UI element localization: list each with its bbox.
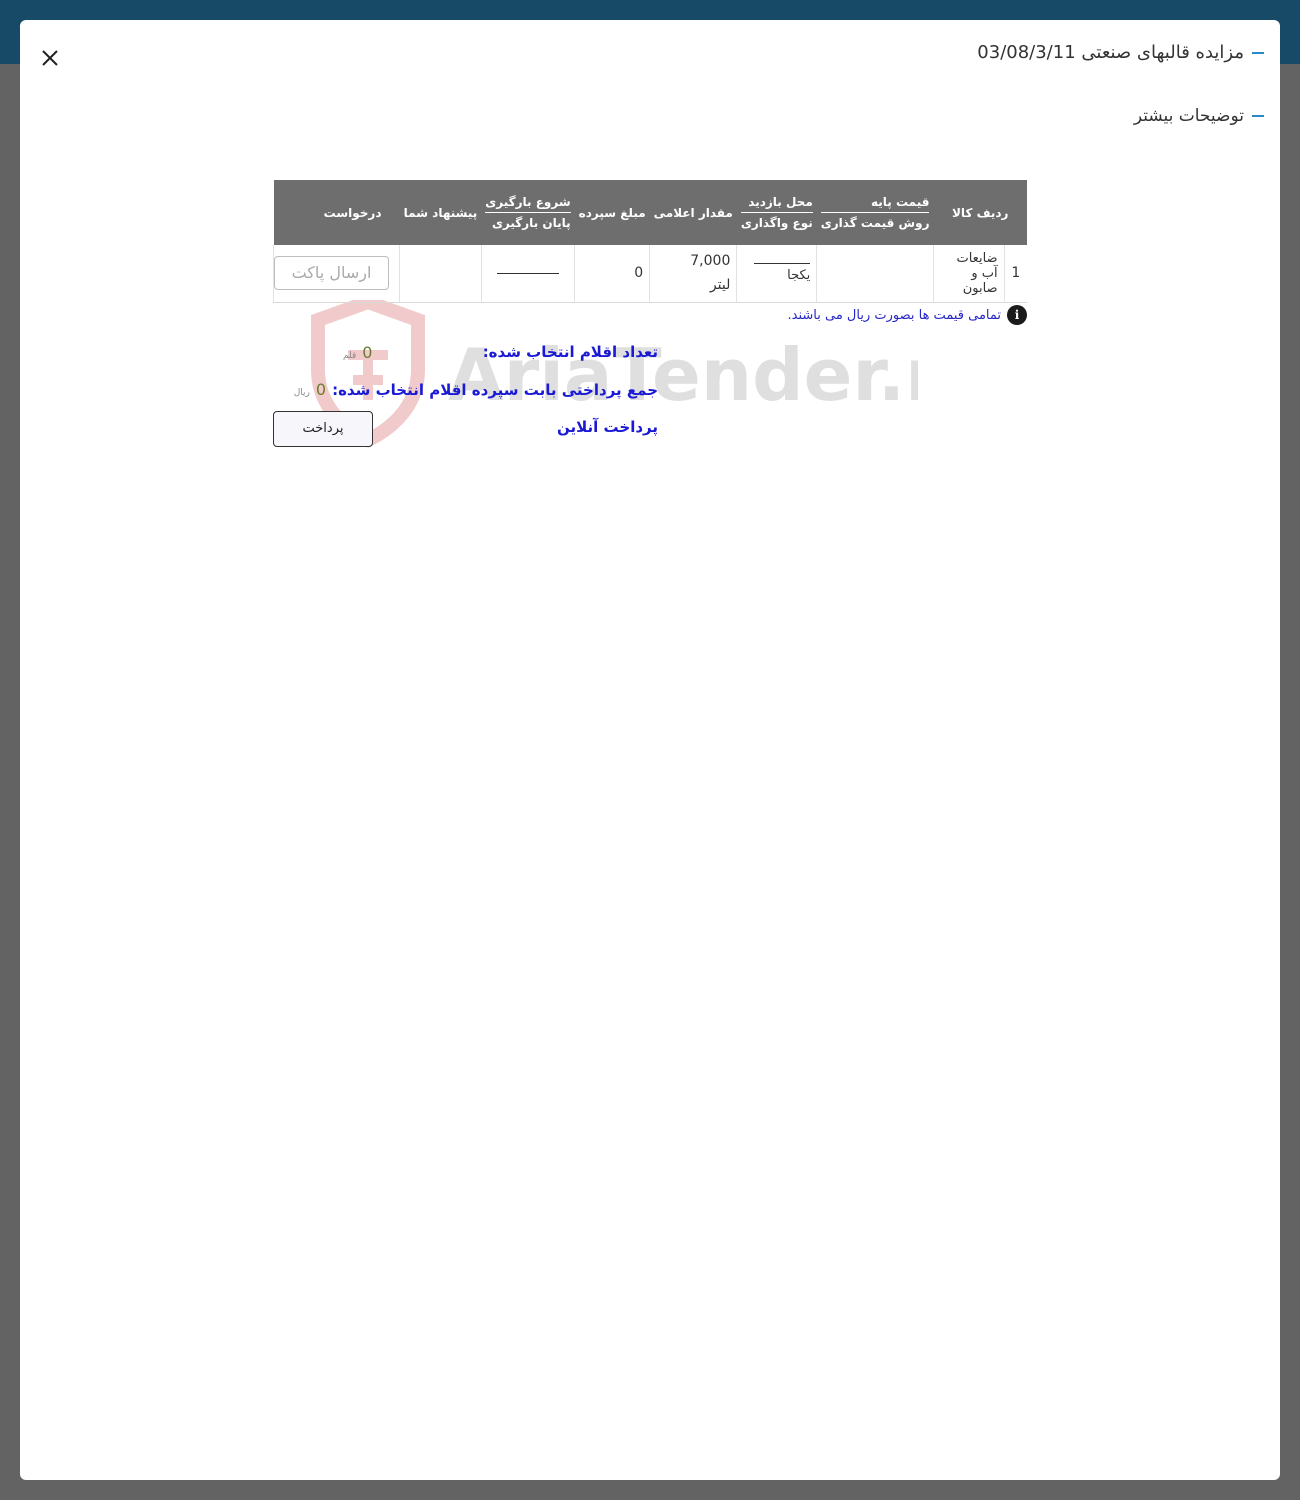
col-deposit: مبلغ سپرده <box>575 180 650 245</box>
more-details-label: توضیحات بیشتر <box>1133 106 1244 126</box>
modal-title: مزایده قالبهای صنعتی 03/08/3/11 <box>977 42 1244 63</box>
col-assignment-type-label: نوع واگذاری <box>740 216 813 230</box>
total-deposit-label: جمع پرداختی بابت سپرده اقلام انتخاب شده: <box>332 381 658 399</box>
table-row: 1 ضایعات آب و صابون یکجا 7,000 لیتر 0 ار… <box>272 245 1027 302</box>
col-base-price: قیمت پایه روش قیمت گذاری <box>817 180 934 245</box>
selected-count-row: تعداد اقلام انتخاب شده: <box>351 343 658 361</box>
selected-count-label: تعداد اقلام انتخاب شده: <box>482 343 658 361</box>
currency-note: i تمامی قیمت ها بصورت ریال می باشند. <box>787 305 1027 325</box>
col-loading: شروع بارگیری پایان بارگیری <box>481 180 574 245</box>
total-deposit-value: 0 <box>315 380 327 399</box>
selected-count-unit: قلم <box>343 351 357 361</box>
col-row-item: ردیف کالا <box>933 180 1027 245</box>
modal-title-row: مزایده قالبهای صنعتی 03/08/3/11 <box>977 42 1264 63</box>
col-announced-qty-label: مقدار اعلامی <box>653 205 733 220</box>
cell-visit-location: یکجا <box>736 245 817 302</box>
col-base-price-label: قیمت پایه <box>820 192 930 213</box>
col-loading-start-label: شروع بارگیری <box>485 192 571 213</box>
col-row-item-label: ردیف کالا <box>952 205 1009 220</box>
currency-note-text: تمامی قیمت ها بصورت ریال می باشند. <box>787 307 1002 323</box>
col-announced-qty: مقدار اعلامی <box>650 180 737 245</box>
cell-deposit: 0 <box>574 245 650 302</box>
cell-request: ارسال پاکت <box>272 245 400 302</box>
total-deposit-unit: ریال <box>293 388 310 398</box>
dash-icon <box>1252 51 1264 54</box>
total-deposit-row: جمع پرداختی بابت سپرده اقلام انتخاب شده:… <box>294 380 658 399</box>
send-envelope-button[interactable]: ارسال پاکت <box>274 256 389 291</box>
cell-item-name: ضایعات آب و صابون <box>932 245 1005 302</box>
col-pricing-method-label: روش قیمت گذاری <box>820 216 930 230</box>
details-modal: مزایده قالبهای صنعتی 03/08/3/11 توضیحات … <box>20 20 1280 1480</box>
col-request: درخواست <box>274 180 400 245</box>
selected-count-value: 0 <box>362 343 373 362</box>
col-loading-end-label: پایان بارگیری <box>491 216 571 230</box>
dash-icon <box>1252 115 1264 117</box>
cell-offer <box>399 245 482 302</box>
col-your-offer: پیشنهاد شما <box>400 180 482 245</box>
info-icon: i <box>1007 305 1027 325</box>
location-empty-line <box>754 263 811 265</box>
cell-quantity: 7,000 لیتر <box>649 245 737 302</box>
table-header-row: ردیف کالا قیمت پایه روش قیمت گذاری محل با… <box>273 180 1027 245</box>
cell-base-price <box>816 245 934 302</box>
col-request-label: درخواست <box>323 205 382 220</box>
col-visit-location-label: محل بازدید <box>740 192 813 213</box>
pay-online-label: پرداخت آنلاین <box>556 418 658 436</box>
more-details-toggle[interactable]: توضیحات بیشتر <box>1134 106 1264 126</box>
loading-empty-line <box>496 272 559 274</box>
items-table: ردیف کالا قیمت پایه روش قیمت گذاری محل با… <box>272 180 1027 303</box>
cell-quantity-value: 7,000 <box>690 253 731 270</box>
cell-index: 1 <box>1003 245 1027 302</box>
cell-quantity-unit: لیتر <box>709 277 731 294</box>
close-icon[interactable] <box>40 48 60 68</box>
cell-assignment-type: یکجا <box>787 268 811 284</box>
col-visit-location: محل بازدید نوع واگذاری <box>737 180 817 245</box>
col-your-offer-label: پیشنهاد شما <box>403 205 478 220</box>
cell-loading <box>480 245 575 302</box>
pay-button[interactable]: پرداخت <box>273 411 373 447</box>
col-deposit-label: مبلغ سپرده <box>578 205 646 220</box>
selected-count-value-group: قلم 0 <box>343 343 372 362</box>
